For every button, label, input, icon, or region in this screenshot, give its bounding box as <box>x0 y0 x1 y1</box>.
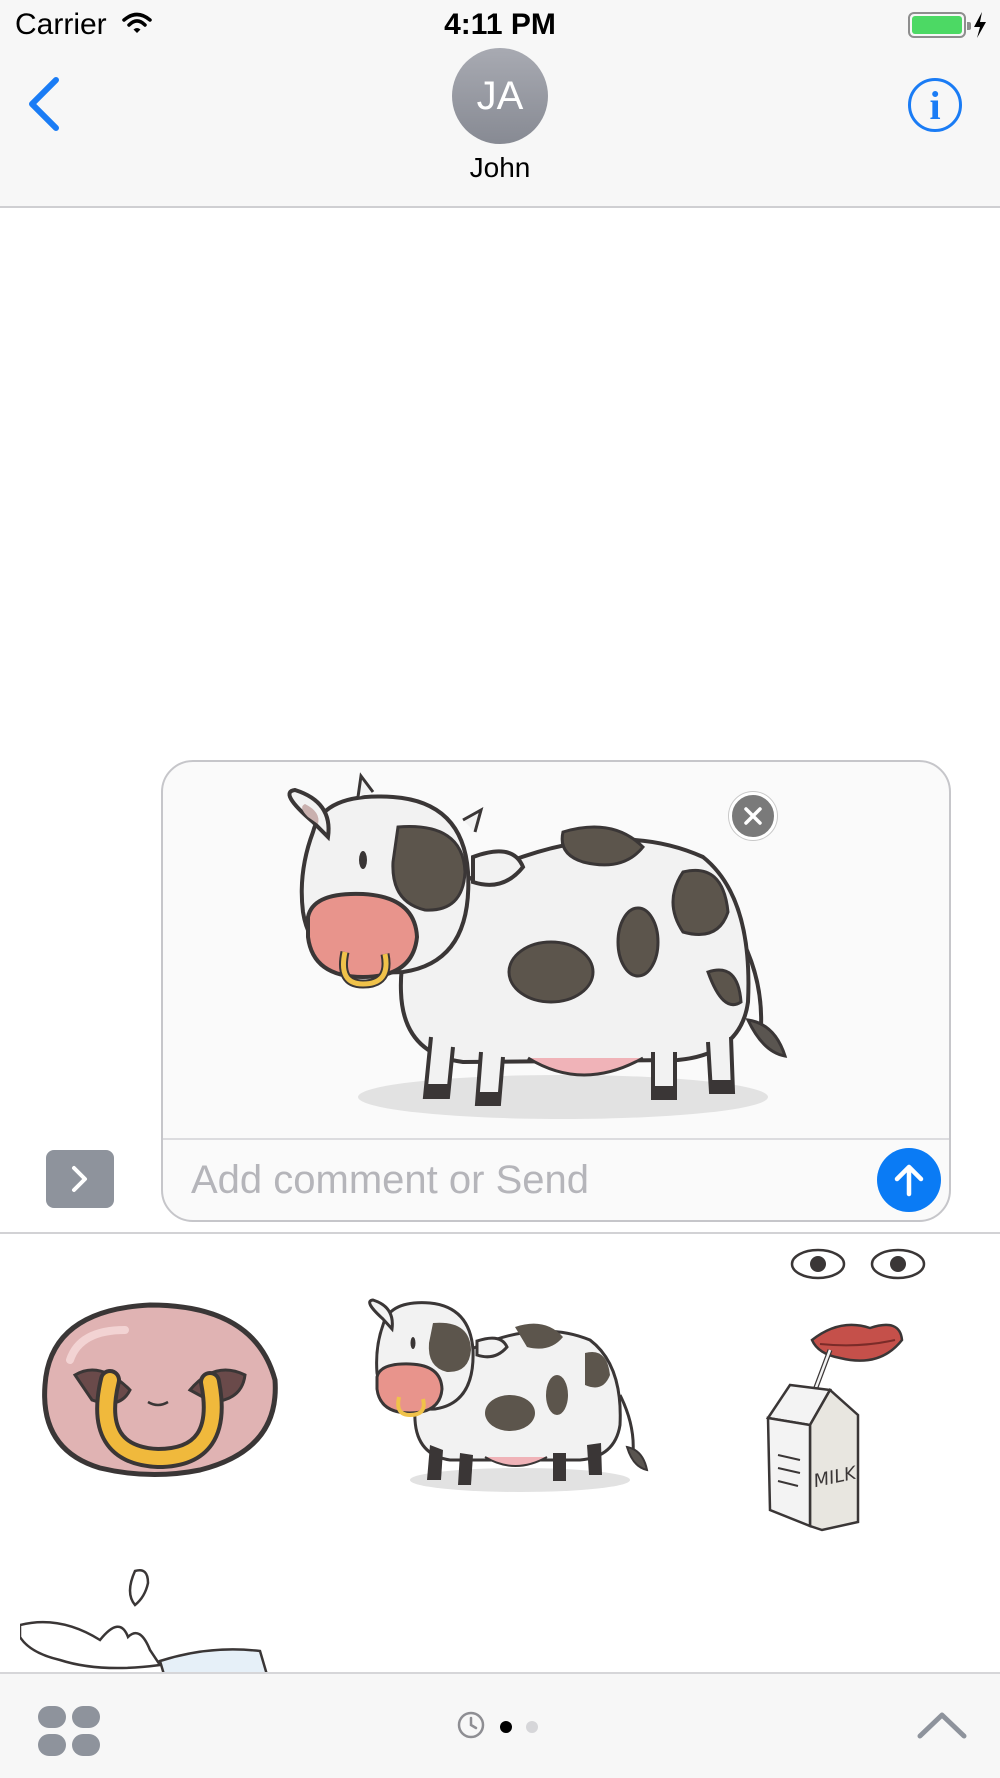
page-dot-1[interactable] <box>500 1721 512 1733</box>
app-drawer-icon <box>38 1706 100 1756</box>
status-bar: Carrier 4:11 PM <box>0 0 1000 50</box>
info-icon: i <box>929 82 941 128</box>
compose-divider <box>163 1138 949 1140</box>
battery-icon <box>908 12 971 38</box>
drawer-divider <box>0 1232 1000 1234</box>
chevron-left-icon <box>29 77 59 131</box>
app-drawer-bar <box>0 1672 1000 1778</box>
sticker-milk-splash[interactable] <box>20 1565 280 1672</box>
sticker-milk-carton[interactable]: MILK <box>740 1240 940 1545</box>
milk-splash-sticker <box>20 1569 268 1672</box>
page-indicator <box>456 1710 538 1745</box>
clock-icon <box>457 1711 485 1738</box>
app-drawer-button[interactable] <box>36 1704 102 1758</box>
navigation-header: Carrier 4:11 PM JA John i <box>0 0 1000 208</box>
send-button[interactable] <box>877 1148 941 1212</box>
close-icon <box>744 807 762 825</box>
comment-input[interactable] <box>191 1152 851 1208</box>
chevron-up-icon <box>917 1712 967 1739</box>
nose-ring-sticker <box>42 1302 278 1478</box>
info-button[interactable]: i <box>908 78 962 132</box>
attached-sticker-preview <box>163 762 949 1140</box>
arrow-up-icon <box>894 1164 924 1197</box>
collapse-drawer-button[interactable] <box>916 1710 968 1745</box>
contact-name[interactable]: John <box>0 152 1000 184</box>
cow-sticker <box>368 1298 649 1492</box>
page-dot-2[interactable] <box>526 1721 538 1733</box>
remove-attachment-button[interactable] <box>729 792 777 840</box>
chevron-right-icon <box>72 1166 87 1192</box>
cow-sticker <box>287 772 788 1119</box>
expand-button[interactable] <box>46 1150 114 1208</box>
recents-button[interactable] <box>456 1710 486 1745</box>
clock-time: 4:11 PM <box>444 8 556 41</box>
charging-bolt-icon <box>972 12 988 43</box>
back-button[interactable] <box>22 76 66 132</box>
milk-carton-sticker: MILK <box>765 1248 926 1532</box>
cow-sticker-preview <box>287 772 788 1119</box>
contact-avatar[interactable]: JA <box>452 48 548 144</box>
sticker-nose-ring[interactable] <box>30 1290 280 1495</box>
sticker-cow[interactable] <box>355 1285 655 1500</box>
compose-field <box>161 760 951 1222</box>
